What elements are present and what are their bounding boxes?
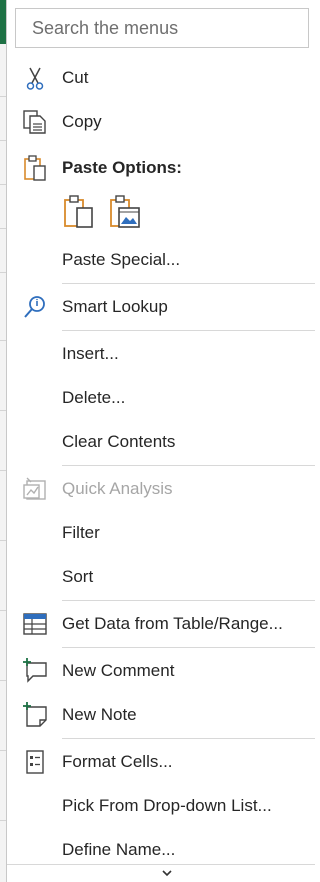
menu-item-label: Cut	[62, 68, 89, 87]
menu-item-quick-analysis: Quick Analysis	[7, 467, 315, 511]
paste-options-row	[62, 190, 162, 234]
menu-item-label: Clear Contents	[62, 432, 176, 451]
menu-item-label: Smart Lookup	[62, 297, 168, 316]
menu-item-sort[interactable]: Sort	[7, 555, 315, 599]
menu-item-filter[interactable]: Filter	[7, 511, 315, 555]
menu-item-label: Insert...	[62, 344, 119, 363]
new-comment-icon	[23, 658, 47, 683]
menu-item-new-comment[interactable]: New Comment	[7, 649, 315, 693]
menu-item-label: Pick From Drop-down List...	[62, 796, 272, 815]
menu-item-get-data[interactable]: Get Data from Table/Range...	[7, 602, 315, 646]
menu-item-label: Paste Options:	[62, 158, 182, 177]
copy-icon	[23, 110, 46, 134]
clipboard-icon	[24, 155, 46, 181]
menu-separator	[62, 600, 315, 601]
menu-item-clear-contents[interactable]: Clear Contents	[7, 420, 315, 464]
menu-item-label: New Comment	[62, 661, 175, 680]
menu-item-label: New Note	[62, 705, 137, 724]
menu-item-paste-special[interactable]: Paste Special...	[7, 238, 315, 282]
menu-item-label: Paste Special...	[62, 250, 181, 269]
context-menu: Cut Copy Paste Options:	[6, 0, 315, 882]
menu-search-box[interactable]	[15, 8, 309, 48]
menu-item-copy[interactable]: Copy	[7, 100, 315, 144]
menu-item-new-note[interactable]: New Note	[7, 693, 315, 737]
menu-item-cut[interactable]: Cut	[7, 56, 315, 100]
new-note-icon	[23, 702, 47, 727]
menu-item-pick-from-list[interactable]: Pick From Drop-down List...	[7, 784, 315, 828]
menu-item-label: Quick Analysis	[62, 479, 173, 498]
paste-clipboard-icon[interactable]	[62, 194, 96, 230]
menu-separator	[62, 283, 315, 284]
table-icon	[23, 613, 47, 635]
chevron-down-icon	[162, 870, 172, 877]
menu-item-label: Get Data from Table/Range...	[62, 614, 283, 633]
menu-item-format-cells[interactable]: Format Cells...	[7, 740, 315, 784]
menu-heading-paste-options: Paste Options:	[7, 146, 315, 190]
menu-item-label: Copy	[62, 112, 102, 131]
format-cells-icon	[26, 750, 44, 774]
menu-separator	[62, 738, 315, 739]
paste-picture-icon[interactable]	[108, 194, 142, 230]
menu-scroll-down[interactable]	[7, 864, 315, 882]
quick-analysis-icon	[23, 477, 46, 500]
magnifier-icon	[24, 296, 45, 318]
menu-item-label: Filter	[62, 523, 100, 542]
menu-separator	[62, 647, 315, 648]
menu-item-label: Format Cells...	[62, 752, 173, 771]
search-input[interactable]	[16, 9, 308, 47]
menu-item-label: Sort	[62, 567, 94, 586]
menu-item-smart-lookup[interactable]: Smart Lookup	[7, 285, 315, 329]
menu-item-label: Delete...	[62, 388, 126, 407]
menu-item-insert[interactable]: Insert...	[7, 332, 315, 376]
menu-separator	[62, 465, 315, 466]
menu-item-delete[interactable]: Delete...	[7, 376, 315, 420]
scissors-icon	[26, 67, 44, 90]
menu-separator	[62, 330, 315, 331]
